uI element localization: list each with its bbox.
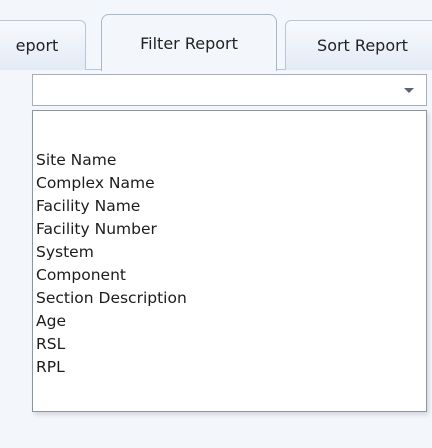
tab-filter-report-label: Filter Report xyxy=(140,33,238,53)
tab-report-label: eport xyxy=(15,36,59,55)
dropdown-arrow-icon[interactable] xyxy=(404,88,414,93)
option-rsl[interactable]: RSL xyxy=(36,333,187,356)
tab-filter-report[interactable]: Filter Report xyxy=(101,14,277,71)
option-age[interactable]: Age xyxy=(36,310,187,333)
tab-sort-report-label: Sort Report xyxy=(317,36,408,55)
field-select-dropdown: Site Name Complex Name Facility Name Fac… xyxy=(32,110,427,412)
option-rpl[interactable]: RPL xyxy=(36,356,187,379)
option-facility-number[interactable]: Facility Number xyxy=(36,218,187,241)
tab-report[interactable]: eport xyxy=(0,20,86,70)
report-tab-strip: eport Filter Report Sort Report xyxy=(0,10,432,71)
option-complex-name[interactable]: Complex Name xyxy=(36,172,187,195)
field-options-list: Site Name Complex Name Facility Name Fac… xyxy=(36,149,187,379)
tab-sort-report[interactable]: Sort Report xyxy=(285,20,432,70)
field-select-combobox[interactable] xyxy=(32,74,427,106)
option-facility-name[interactable]: Facility Name xyxy=(36,195,187,218)
option-site-name[interactable]: Site Name xyxy=(36,149,187,172)
option-system[interactable]: System xyxy=(36,241,187,264)
report-options-panel: eport Filter Report Sort Report Site Nam… xyxy=(0,0,432,448)
option-section-description[interactable]: Section Description xyxy=(36,287,187,310)
option-component[interactable]: Component xyxy=(36,264,187,287)
panel-top-edge xyxy=(0,0,432,10)
